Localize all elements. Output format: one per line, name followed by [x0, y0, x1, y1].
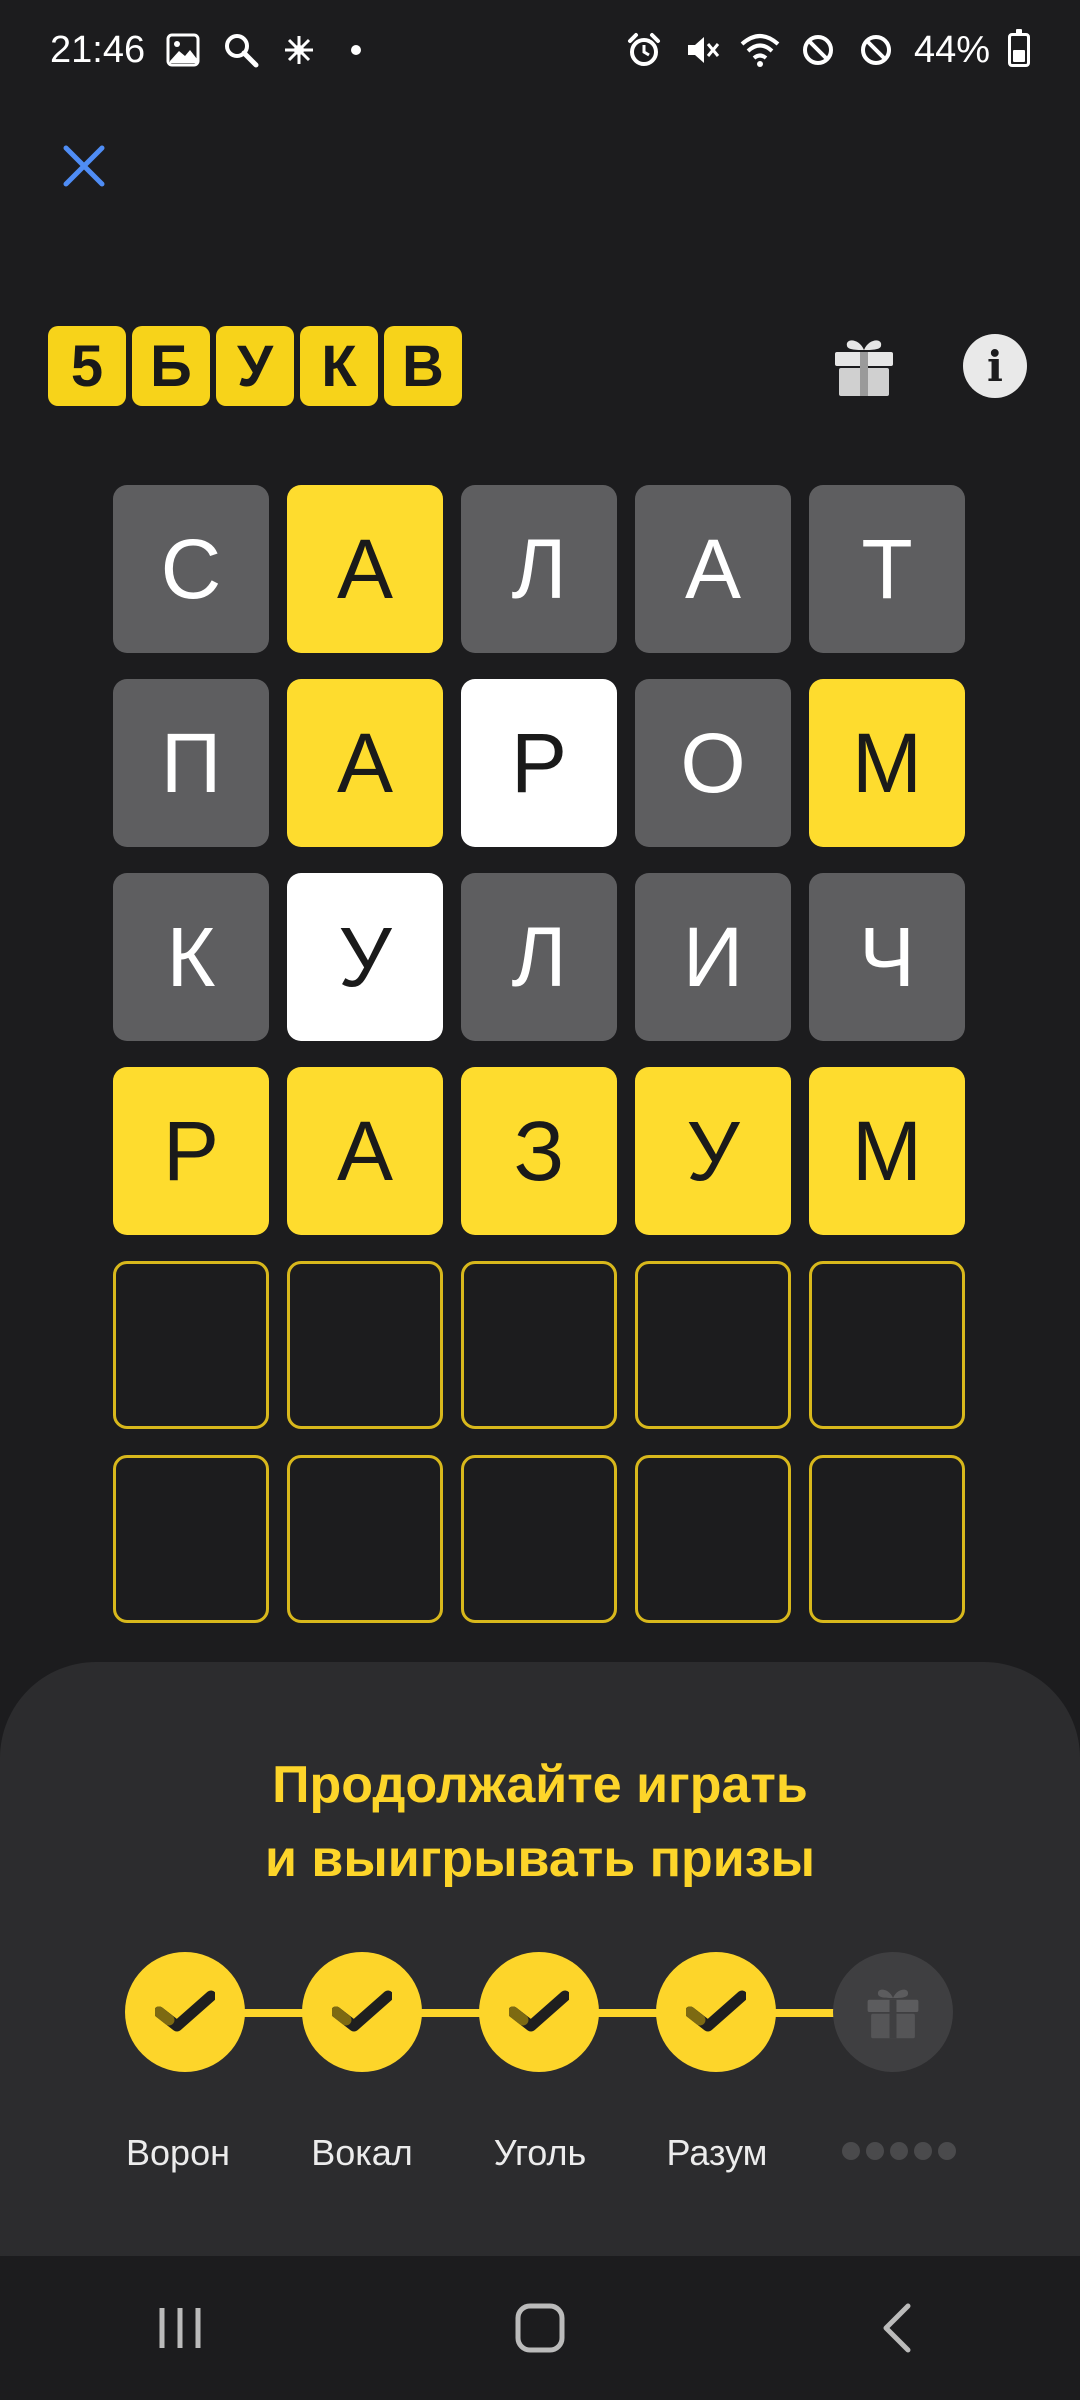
letter-tile: Л: [461, 485, 617, 653]
step-label: Ворон: [126, 2132, 230, 2173]
sheet-title-line: Продолжайте играть: [272, 1756, 808, 1814]
home-icon: [515, 2303, 565, 2353]
letter-tile: С: [113, 485, 269, 653]
sparkle-icon: [279, 30, 319, 70]
battery-icon: [1008, 29, 1030, 67]
back-icon: [883, 2303, 911, 2353]
dot-icon: [938, 2142, 956, 2160]
sheet-title: Продолжайте играть и выигрывать призы: [0, 1748, 1080, 1896]
gift-icon: [867, 1989, 919, 2039]
app-screen: 21:46 44% 5 Б У К В i С А Л А Т П А Р О …: [0, 0, 1080, 2400]
empty-tile: [635, 1261, 791, 1429]
battery-percent: 44%: [913, 28, 990, 71]
letter-tile: Р: [461, 679, 617, 847]
check-icon: [332, 1990, 392, 2032]
step-label: Разум: [666, 2132, 768, 2173]
info-icon: i: [987, 341, 1003, 391]
step-label: Вокал: [311, 2132, 413, 2173]
empty-tile: [113, 1261, 269, 1429]
empty-tile: [461, 1261, 617, 1429]
home-button[interactable]: [480, 2278, 600, 2378]
step-label: Уголь: [493, 2132, 587, 2173]
hidden-word-dots: [842, 2142, 956, 2160]
recents-icon: [159, 2308, 201, 2348]
clock: 21:46: [50, 28, 146, 71]
logo-tile: К: [300, 326, 378, 406]
letter-tile: М: [809, 1067, 965, 1235]
empty-tile: [635, 1455, 791, 1623]
notification-dot-icon: [351, 45, 362, 55]
prizes-sheet: Продолжайте играть и выигрывать призы Во…: [0, 1662, 1080, 2256]
mute-icon: [682, 30, 722, 70]
progress-step: [125, 1952, 245, 2072]
grid-row: [113, 1455, 967, 1623]
back-button[interactable]: [840, 2278, 960, 2378]
empty-tile: [809, 1455, 965, 1623]
letter-tile: З: [461, 1067, 617, 1235]
grid-row: К У Л И Ч: [113, 873, 967, 1041]
grid-row: П А Р О М: [113, 679, 967, 847]
letter-tile: М: [809, 679, 965, 847]
letter-tile: Т: [809, 485, 965, 653]
letter-tile: П: [113, 679, 269, 847]
grid-row: С А Л А Т: [113, 485, 967, 653]
progress-step-locked[interactable]: [833, 1952, 953, 2072]
progress-step: [656, 1952, 776, 2072]
close-icon: [63, 145, 105, 187]
letter-tile: К: [113, 873, 269, 1041]
close-button[interactable]: [48, 130, 120, 202]
blocked-icon: [798, 30, 838, 70]
letter-tile: А: [287, 485, 443, 653]
progress-step: [302, 1952, 422, 2072]
letter-tile: Ч: [809, 873, 965, 1041]
word-grid: С А Л А Т П А Р О М К У Л И Ч Р А З У М: [113, 485, 967, 1649]
letter-tile: О: [635, 679, 791, 847]
game-logo: 5 Б У К В: [48, 326, 462, 406]
recent-apps-button[interactable]: [120, 2278, 240, 2378]
empty-tile: [461, 1455, 617, 1623]
status-left: 21:46: [50, 28, 362, 72]
logo-tile: В: [384, 326, 462, 406]
letter-tile: У: [635, 1067, 791, 1235]
check-icon: [155, 1990, 215, 2032]
check-icon: [509, 1990, 569, 2032]
dot-icon: [914, 2142, 932, 2160]
dot-icon: [842, 2142, 860, 2160]
search-icon: [221, 30, 261, 70]
letter-tile: А: [287, 679, 443, 847]
status-right: 44%: [624, 29, 1030, 72]
empty-tile: [809, 1261, 965, 1429]
prize-progress: [125, 1952, 955, 2074]
letter-tile: А: [287, 1067, 443, 1235]
gift-icon: [835, 340, 893, 396]
gift-button[interactable]: [828, 326, 900, 406]
info-button[interactable]: i: [963, 334, 1027, 398]
logo-tile: Б: [132, 326, 210, 406]
letter-tile: А: [635, 485, 791, 653]
letter-tile: У: [287, 873, 443, 1041]
alarm-icon: [624, 30, 664, 70]
blocked-icon: [856, 30, 896, 70]
dot-icon: [890, 2142, 908, 2160]
gallery-icon: [163, 30, 203, 70]
check-icon: [686, 1990, 746, 2032]
empty-tile: [287, 1455, 443, 1623]
grid-row: [113, 1261, 967, 1429]
letter-tile: Л: [461, 873, 617, 1041]
empty-tile: [287, 1261, 443, 1429]
wifi-icon: [740, 30, 780, 70]
dot-icon: [866, 2142, 884, 2160]
grid-row: Р А З У М: [113, 1067, 967, 1235]
logo-tile: У: [216, 326, 294, 406]
empty-tile: [113, 1455, 269, 1623]
progress-step: [479, 1952, 599, 2072]
sheet-title-line: и выигрывать призы: [264, 1830, 816, 1888]
letter-tile: Р: [113, 1067, 269, 1235]
letter-tile: И: [635, 873, 791, 1041]
status-bar: 21:46 44%: [0, 0, 1080, 100]
system-nav-bar: [0, 2256, 1080, 2400]
logo-tile: 5: [48, 326, 126, 406]
